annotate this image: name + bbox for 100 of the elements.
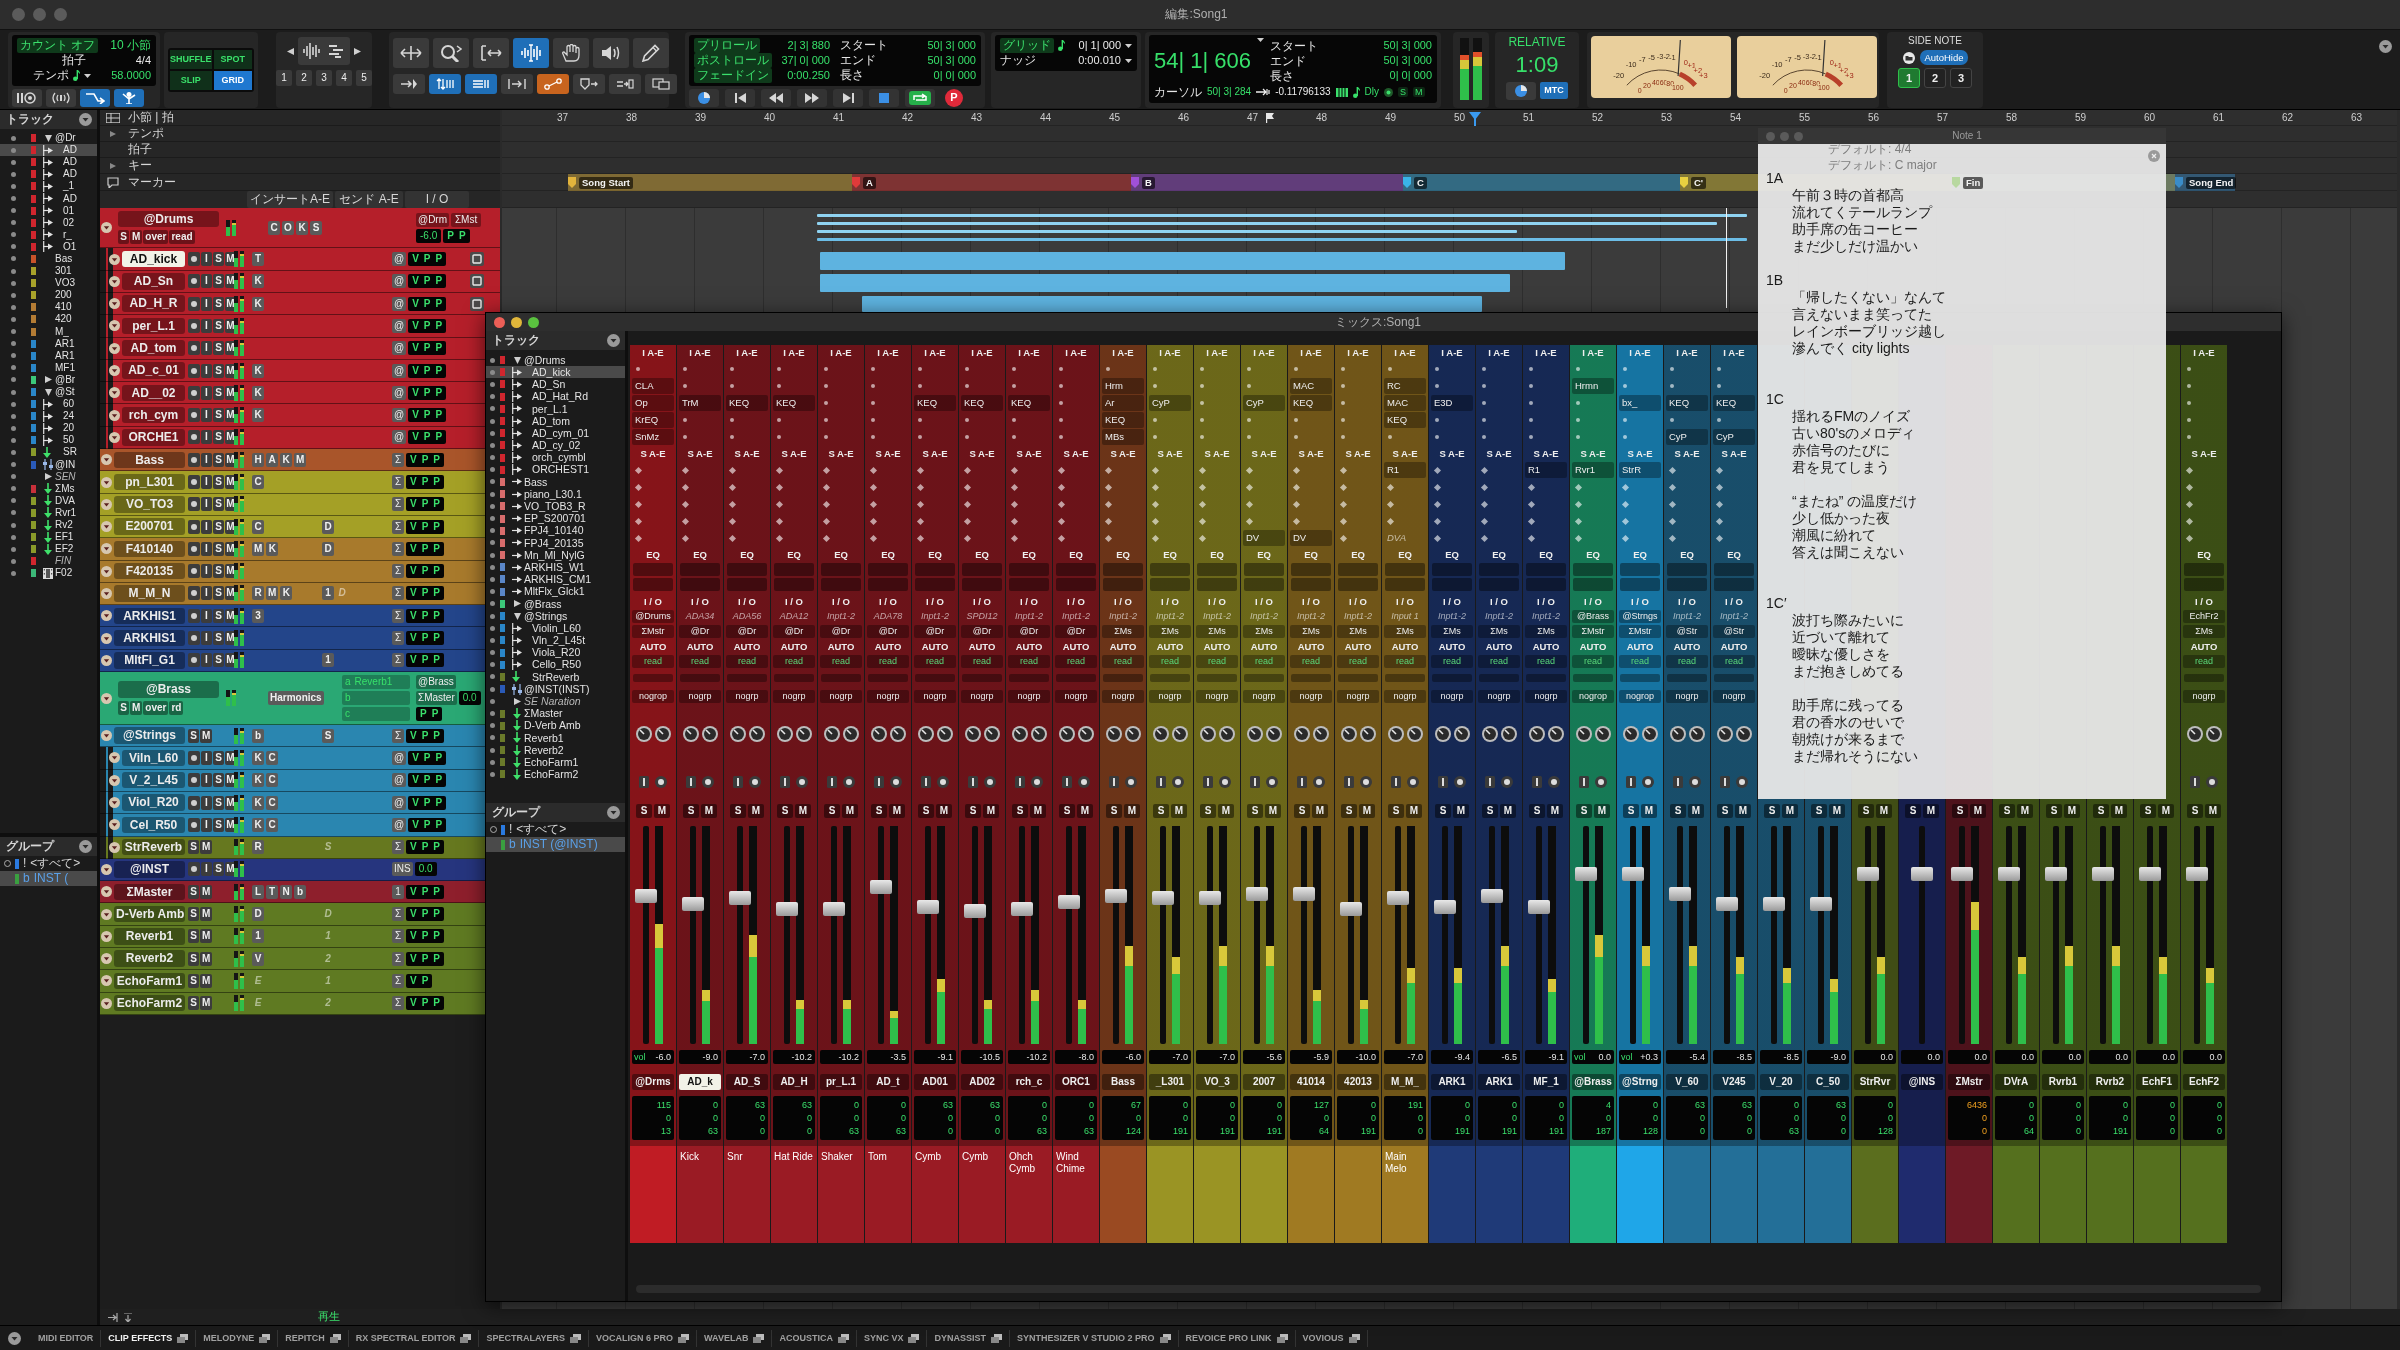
- track-name[interactable]: Bass: [114, 451, 185, 468]
- record-icon[interactable]: [188, 452, 200, 467]
- dot-icon[interactable]: [11, 474, 16, 480]
- track-list-row[interactable]: EF1: [0, 531, 97, 544]
- fader-handle[interactable]: [635, 888, 657, 903]
- bar-icon[interactable]: [1015, 776, 1025, 788]
- dropdown-icon[interactable]: [101, 730, 112, 742]
- group-row[interactable]: ! <すべて>: [0, 856, 97, 871]
- dot-icon[interactable]: [1670, 418, 1674, 422]
- tab-arrow-button[interactable]: [393, 74, 425, 94]
- dropdown-icon[interactable]: [109, 431, 120, 443]
- record-icon[interactable]: [188, 430, 200, 445]
- mute-button[interactable]: M: [701, 804, 717, 818]
- input-selector[interactable]: Inpt1-2: [914, 610, 956, 623]
- dot-icon[interactable]: [871, 401, 875, 405]
- output-selector[interactable]: ΣMs: [2183, 625, 2225, 638]
- audio-zoom-button[interactable]: [301, 40, 323, 62]
- insert-button[interactable]: C: [266, 773, 278, 788]
- volume-display[interactable]: 0.0: [1995, 1050, 2037, 1064]
- output-selector[interactable]: ΣMs: [1102, 625, 1144, 638]
- track-name[interactable]: D-Verb Amb: [114, 905, 185, 923]
- dot-icon[interactable]: [871, 384, 875, 388]
- volume-display[interactable]: -3.5: [867, 1050, 909, 1064]
- dot-icon[interactable]: [918, 384, 922, 388]
- bar-icon[interactable]: [1203, 776, 1213, 788]
- dropdown-icon[interactable]: [101, 930, 112, 942]
- strip-name-button[interactable]: 42013: [1337, 1074, 1379, 1090]
- insert-button[interactable]: K: [280, 586, 293, 601]
- strip-name-button[interactable]: C_50: [1807, 1074, 1849, 1090]
- output-selector[interactable]: Σ: [392, 608, 404, 623]
- volume-display[interactable]: -10.5: [961, 1050, 1003, 1064]
- automation-mode-button[interactable]: read: [1055, 655, 1097, 668]
- automation-mode-button[interactable]: read: [1102, 655, 1144, 668]
- group-selector[interactable]: nogrp: [1337, 690, 1379, 703]
- pan-knob-icon[interactable]: [1641, 726, 1658, 742]
- pan-knob-icon[interactable]: [2205, 726, 2222, 742]
- mute-button[interactable]: M: [130, 700, 143, 715]
- strip-name-button[interactable]: pr_L.1: [820, 1074, 862, 1090]
- input-selector[interactable]: SPDI12: [961, 610, 1003, 623]
- counter-label[interactable]: プリロール: [694, 38, 760, 53]
- solo-button[interactable]: S: [213, 773, 224, 788]
- volume-display[interactable]: -5.4: [1666, 1050, 1708, 1064]
- group-selector[interactable]: nogrp: [1525, 690, 1567, 703]
- output-selector[interactable]: @: [392, 750, 407, 765]
- record-icon[interactable]: [1172, 776, 1184, 788]
- automation-display[interactable]: V P P: [406, 541, 444, 556]
- mute-button[interactable]: M: [983, 804, 999, 818]
- record-icon[interactable]: [1548, 776, 1560, 788]
- dot-icon[interactable]: [1717, 367, 1721, 371]
- track-name[interactable]: EchoFarm1: [114, 972, 185, 990]
- volume-display[interactable]: -7.0: [1196, 1050, 1238, 1064]
- input-selector[interactable]: ADA78: [867, 610, 909, 623]
- group-selector[interactable]: nogrp: [773, 690, 815, 703]
- track-list-row[interactable]: r_: [0, 228, 97, 241]
- disclosure-triangle-icon[interactable]: [44, 388, 52, 396]
- track-list-row[interactable]: Viola_R20: [486, 646, 625, 659]
- output-selector[interactable]: @: [392, 408, 407, 423]
- solo-button[interactable]: S: [824, 804, 840, 818]
- dropdown-icon[interactable]: [109, 342, 120, 354]
- input-monitor-button[interactable]: I: [201, 475, 212, 489]
- menu-icon[interactable]: [79, 113, 92, 126]
- automation-mode-button[interactable]: read: [1008, 655, 1050, 668]
- sync-button[interactable]: MTC: [1540, 82, 1568, 100]
- solo-button[interactable]: S: [213, 296, 224, 311]
- right-triangle-icon[interactable]: [110, 162, 116, 169]
- dropdown-icon[interactable]: [109, 409, 120, 421]
- insert-button[interactable]: Harmonics: [268, 691, 324, 706]
- dot-icon[interactable]: [730, 435, 734, 439]
- automation-display[interactable]: V P P: [406, 884, 444, 899]
- dot-icon[interactable]: [1576, 401, 1580, 405]
- pan-knob-icon[interactable]: [682, 726, 699, 742]
- insert-button[interactable]: KEQ: [1290, 395, 1332, 411]
- dot-icon[interactable]: [1200, 435, 1204, 439]
- track-list-row[interactable]: 410: [0, 301, 97, 314]
- solo-button[interactable]: S: [777, 804, 793, 818]
- track-name[interactable]: StrReverb: [122, 838, 185, 856]
- output-selector[interactable]: Σ: [392, 497, 404, 512]
- solo-button[interactable]: S: [213, 385, 224, 400]
- insert-button[interactable]: K: [252, 750, 264, 765]
- strip-name-button[interactable]: @Drms: [632, 1074, 674, 1090]
- track-name[interactable]: EchoFarm2: [114, 995, 185, 1012]
- output-selector[interactable]: Σ: [392, 996, 404, 1011]
- solo-button[interactable]: S: [213, 817, 224, 832]
- dot-icon[interactable]: [490, 516, 495, 522]
- menu-icon[interactable]: [2379, 40, 2392, 53]
- group-row[interactable]: ! <すべて>: [486, 822, 625, 837]
- insert-button[interactable]: M: [294, 452, 307, 467]
- dot-icon[interactable]: [1059, 367, 1063, 371]
- fader-handle[interactable]: [1058, 895, 1080, 910]
- pan-knob-icon[interactable]: [983, 726, 1000, 742]
- dot-icon[interactable]: [11, 377, 16, 383]
- page-button[interactable]: 3: [1950, 68, 1972, 89]
- group-selector[interactable]: nogrp: [1149, 690, 1191, 703]
- meter-value[interactable]: 4/4: [135, 53, 151, 68]
- input-selector[interactable]: Inpt1-2: [1713, 610, 1755, 623]
- automation-mode-button[interactable]: read: [1149, 655, 1191, 668]
- track-list-row[interactable]: Cello_R50: [486, 658, 625, 671]
- output-selector[interactable]: INS: [392, 862, 413, 877]
- solo-button[interactable]: S: [1717, 804, 1733, 818]
- fader-handle[interactable]: [1528, 899, 1550, 914]
